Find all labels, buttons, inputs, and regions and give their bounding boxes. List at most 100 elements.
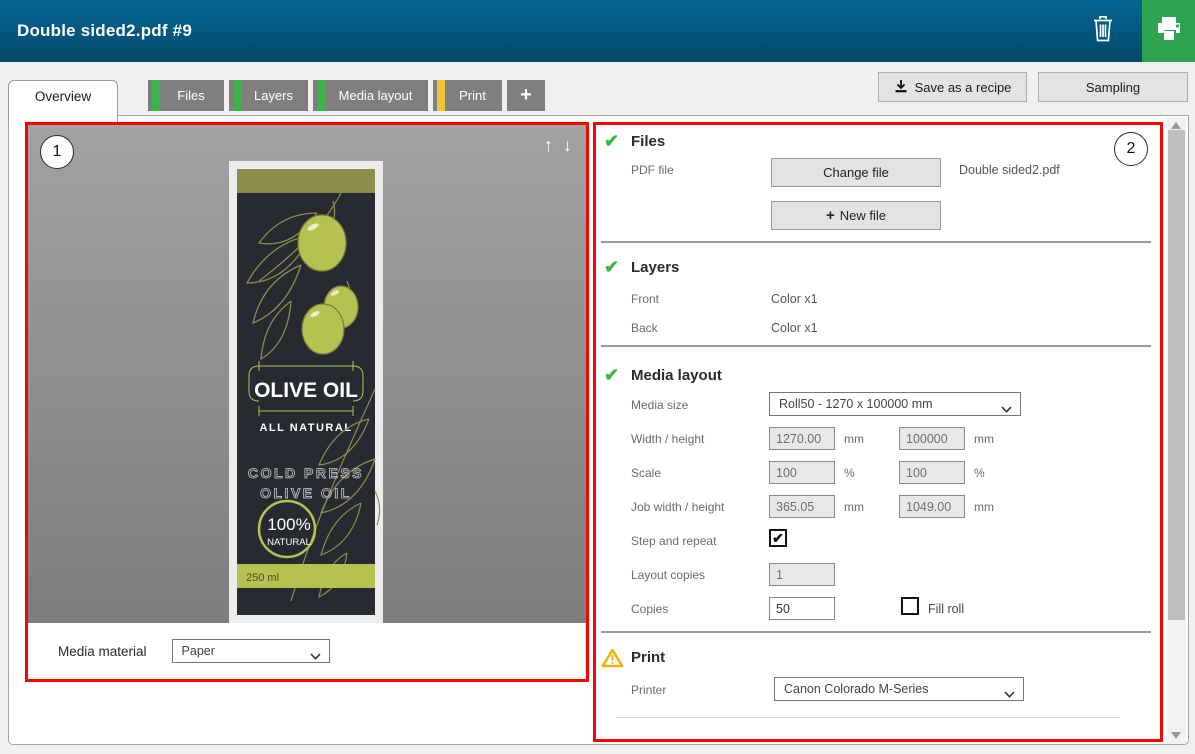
printer-value: Canon Colorado M-Series <box>784 682 929 696</box>
label-badge-bottom-text: NATURAL <box>267 537 311 548</box>
plus-icon: + <box>520 84 532 107</box>
job-width-unit: mm <box>844 500 864 514</box>
tab-files-status <box>152 80 160 111</box>
layout-copies-input[interactable] <box>769 563 835 586</box>
tab-print-label: Print <box>449 88 486 103</box>
step-repeat-checkbox[interactable]: ✔ <box>769 529 787 547</box>
media-layout-ok-check-icon: ✔ <box>604 365 619 386</box>
settings-panel: 2 ✔ Files PDF file Change file Double si… <box>593 122 1163 742</box>
checkbox-check-icon: ✔ <box>772 530 784 547</box>
overview-content: 1 ↑ ↓ <box>8 115 1189 745</box>
job-height-input[interactable] <box>899 495 965 518</box>
save-recipe-label: Save as a recipe <box>915 80 1012 95</box>
preview-panel: 1 ↑ ↓ <box>25 122 589 682</box>
new-file-button[interactable]: + New file <box>771 201 941 230</box>
label-line2-text: OLIVE OIL <box>260 485 352 501</box>
layers-section-heading: Layers <box>631 259 679 276</box>
tab-print[interactable]: Print <box>433 80 502 111</box>
change-file-button[interactable]: Change file <box>771 158 941 187</box>
chevron-down-icon <box>310 649 321 663</box>
tab-files[interactable]: Files <box>148 80 224 111</box>
height-input[interactable] <box>899 427 965 450</box>
back-layer-value: Color x1 <box>771 321 818 335</box>
tab-media-layout[interactable]: Media layout <box>313 80 428 111</box>
tab-layers-label: Layers <box>244 88 293 103</box>
annotation-badge-2: 2 <box>1114 132 1148 166</box>
tab-layers[interactable]: Layers <box>229 80 308 111</box>
chevron-down-icon <box>1001 402 1012 416</box>
label-volume-text: 250 ml <box>246 572 279 584</box>
title-bar: Double sided2.pdf #9 <box>0 0 1195 62</box>
save-recipe-icon <box>894 79 908 96</box>
plus-icon: + <box>826 207 835 224</box>
tab-files-label: Files <box>167 88 204 103</box>
print-section-heading: Print <box>631 649 665 666</box>
media-size-value: Roll50 - 1270 x 100000 mm <box>779 397 933 411</box>
media-material-row: Media material Paper <box>28 623 586 679</box>
scale-y-input[interactable] <box>899 461 965 484</box>
label-line1-text: COLD PRESS <box>248 465 364 481</box>
tab-media-layout-label: Media layout <box>329 88 413 103</box>
files-ok-check-icon: ✔ <box>604 131 619 152</box>
job-width-input[interactable] <box>769 495 835 518</box>
back-layer-label: Back <box>631 321 658 335</box>
media-material-value: Paper <box>182 644 215 658</box>
change-file-label: Change file <box>823 165 889 180</box>
media-layout-section-heading: Media layout <box>631 367 722 384</box>
printer-select[interactable]: Canon Colorado M-Series <box>774 677 1024 701</box>
section-divider <box>616 717 1120 718</box>
width-unit: mm <box>844 432 864 446</box>
tab-print-status <box>437 80 445 111</box>
scale-label: Scale <box>631 466 661 480</box>
annotation-badge-1: 1 <box>40 135 74 169</box>
pdf-file-label: PDF file <box>631 163 674 177</box>
print-warning-icon <box>601 648 624 673</box>
step-repeat-label: Step and repeat <box>631 534 716 548</box>
vertical-scrollbar[interactable] <box>1167 117 1186 744</box>
tab-media-layout-status <box>317 80 325 111</box>
label-subtitle-text: ALL NATURAL <box>259 422 352 434</box>
media-material-label: Media material <box>58 644 147 659</box>
front-layer-value: Color x1 <box>771 292 818 306</box>
width-height-label: Width / height <box>631 432 704 446</box>
height-unit: mm <box>974 432 994 446</box>
job-height-unit: mm <box>974 500 994 514</box>
width-input[interactable] <box>769 427 835 450</box>
print-button[interactable] <box>1142 0 1195 62</box>
scrollbar-up-icon[interactable] <box>1171 122 1181 129</box>
save-recipe-button[interactable]: Save as a recipe <box>878 72 1027 102</box>
section-divider <box>601 241 1151 243</box>
scrollbar-down-icon[interactable] <box>1171 732 1181 739</box>
scrollbar-thumb[interactable] <box>1168 130 1185 620</box>
tab-overview[interactable]: Overview <box>8 80 118 122</box>
delete-job-button[interactable] <box>1075 0 1131 62</box>
job-width-height-label: Job width / height <box>631 500 724 514</box>
sampling-label: Sampling <box>1086 80 1140 95</box>
scale-x-input[interactable] <box>769 461 835 484</box>
fill-roll-label: Fill roll <box>928 602 964 616</box>
chevron-down-icon <box>1004 687 1015 701</box>
tab-layers-status <box>233 80 241 111</box>
scale-y-unit: % <box>974 466 985 480</box>
move-down-icon[interactable]: ↓ <box>563 135 572 156</box>
label-badge-top-text: 100% <box>267 515 310 534</box>
media-material-select[interactable]: Paper <box>172 639 330 663</box>
section-divider <box>601 631 1151 633</box>
files-section-heading: Files <box>631 133 665 150</box>
sampling-button[interactable]: Sampling <box>1038 72 1188 102</box>
media-size-select[interactable]: Roll50 - 1270 x 100000 mm <box>769 392 1021 416</box>
media-size-label: Media size <box>631 398 688 412</box>
label-title-text: OLIVE OIL <box>254 379 358 402</box>
preview-canvas[interactable]: 1 ↑ ↓ <box>28 125 586 623</box>
layers-ok-check-icon: ✔ <box>604 257 619 278</box>
layout-copies-label: Layout copies <box>631 568 705 582</box>
current-file-name: Double sided2.pdf <box>959 163 1060 177</box>
printer-icon <box>1153 14 1185 49</box>
printer-label: Printer <box>631 683 666 697</box>
add-tab-button[interactable]: + <box>507 80 545 111</box>
tab-overview-label: Overview <box>35 89 91 122</box>
copies-input[interactable] <box>769 597 835 620</box>
fill-roll-checkbox[interactable] <box>901 597 919 615</box>
move-up-icon[interactable]: ↑ <box>544 135 553 156</box>
front-layer-label: Front <box>631 292 659 306</box>
